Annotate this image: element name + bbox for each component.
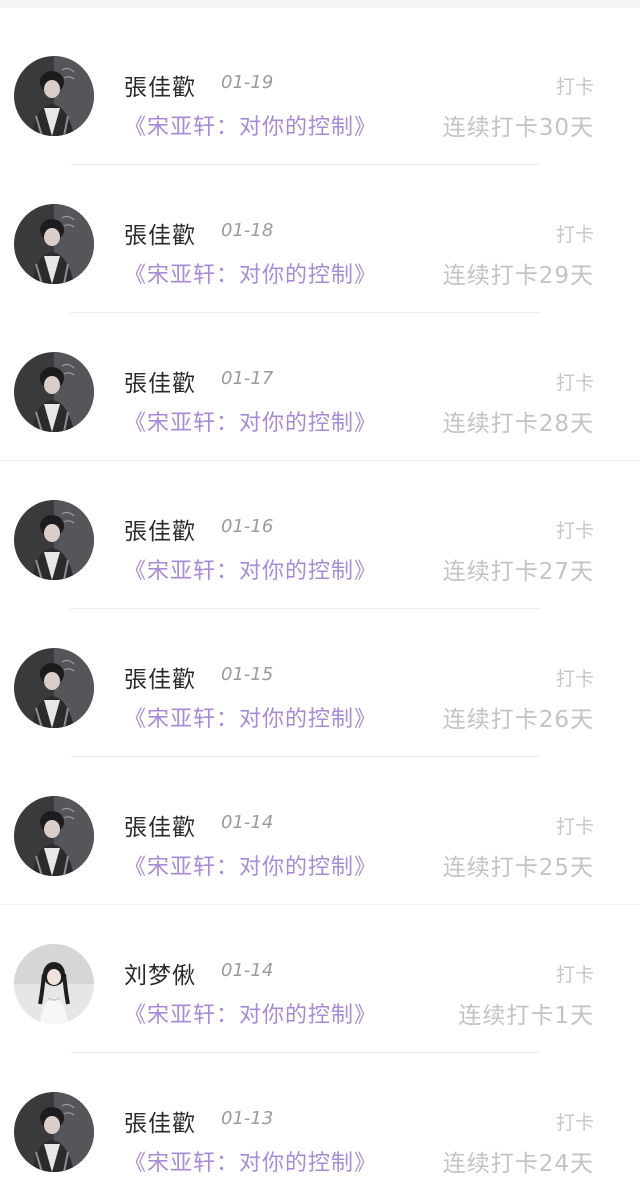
list-item[interactable]: 張佳歡 01-14 打卡 《宋亚轩：对你的控制》 连续打卡25天 <box>0 748 640 905</box>
checkin-date: 01-18 <box>221 220 274 241</box>
book-title-link[interactable]: 《宋亚轩：对你的控制》 <box>124 849 377 881</box>
checkin-date: 01-17 <box>221 368 274 389</box>
checkin-tag: 打卡 <box>555 964 594 986</box>
user-name[interactable]: 張佳歡 <box>124 512 196 546</box>
checkin-tag: 打卡 <box>555 372 594 394</box>
boy-avatar-icon <box>14 648 94 728</box>
user-name[interactable]: 張佳歡 <box>124 364 196 398</box>
avatar[interactable] <box>14 500 94 580</box>
list-item[interactable]: 張佳歡 01-13 打卡 《宋亚轩：对你的控制》 连续打卡24天 <box>0 1044 640 1192</box>
checkin-tag: 打卡 <box>555 224 594 246</box>
book-title-link[interactable]: 《宋亚轩：对你的控制》 <box>124 109 377 141</box>
boy-avatar-icon <box>14 796 94 876</box>
streak-text: 连续打卡26天 <box>442 707 594 733</box>
user-name[interactable]: 張佳歡 <box>124 808 196 842</box>
checkin-date: 01-14 <box>221 812 274 833</box>
book-title-link[interactable]: 《宋亚轩：对你的控制》 <box>124 997 377 1029</box>
avatar[interactable] <box>14 204 94 284</box>
avatar[interactable] <box>14 944 94 1024</box>
boy-avatar-icon <box>14 1092 94 1172</box>
list-item[interactable]: 張佳歡 01-18 打卡 《宋亚轩：对你的控制》 连续打卡29天 <box>0 156 640 313</box>
streak-text: 连续打卡27天 <box>442 559 594 585</box>
user-name[interactable]: 張佳歡 <box>124 68 196 102</box>
avatar[interactable] <box>14 352 94 432</box>
streak-text: 连续打卡28天 <box>442 411 594 437</box>
avatar[interactable] <box>14 56 94 136</box>
boy-avatar-icon <box>14 56 94 136</box>
book-title-link[interactable]: 《宋亚轩：对你的控制》 <box>124 553 377 585</box>
list-item[interactable]: 張佳歡 01-15 打卡 《宋亚轩：对你的控制》 连续打卡26天 <box>0 600 640 757</box>
checkin-tag: 打卡 <box>555 668 594 690</box>
streak-text: 连续打卡24天 <box>442 1151 594 1177</box>
avatar[interactable] <box>14 648 94 728</box>
list-item[interactable]: 刘梦偢 01-14 打卡 《宋亚轩：对你的控制》 连续打卡1天 <box>0 896 640 1053</box>
checkin-tag: 打卡 <box>555 1112 594 1134</box>
book-title-link[interactable]: 《宋亚轩：对你的控制》 <box>124 257 377 289</box>
checkin-date: 01-16 <box>221 516 274 537</box>
user-name[interactable]: 張佳歡 <box>124 216 196 250</box>
avatar[interactable] <box>14 1092 94 1172</box>
list-item[interactable]: 張佳歡 01-17 打卡 《宋亚轩：对你的控制》 连续打卡28天 <box>0 304 640 461</box>
list-item[interactable]: 張佳歡 01-16 打卡 《宋亚轩：对你的控制》 连续打卡27天 <box>0 452 640 609</box>
streak-text: 连续打卡30天 <box>442 115 594 141</box>
checkin-date: 01-19 <box>221 72 274 93</box>
user-name[interactable]: 張佳歡 <box>124 1104 196 1138</box>
top-status-strip <box>0 0 640 8</box>
boy-avatar-icon <box>14 352 94 432</box>
girl-avatar-icon <box>14 944 94 1024</box>
book-title-link[interactable]: 《宋亚轩：对你的控制》 <box>124 701 377 733</box>
streak-text: 连续打卡1天 <box>458 1003 594 1029</box>
streak-text: 连续打卡25天 <box>442 855 594 881</box>
checkin-tag: 打卡 <box>555 520 594 542</box>
boy-avatar-icon <box>14 204 94 284</box>
book-title-link[interactable]: 《宋亚轩：对你的控制》 <box>124 1145 377 1177</box>
list-item[interactable]: 張佳歡 01-19 打卡 《宋亚轩：对你的控制》 连续打卡30天 <box>0 8 640 165</box>
checkin-tag: 打卡 <box>555 76 594 98</box>
checkin-tag: 打卡 <box>555 816 594 838</box>
avatar[interactable] <box>14 796 94 876</box>
book-title-link[interactable]: 《宋亚轩：对你的控制》 <box>124 405 377 437</box>
user-name[interactable]: 刘梦偢 <box>124 956 196 990</box>
checkin-date: 01-15 <box>221 664 274 685</box>
boy-avatar-icon <box>14 500 94 580</box>
checkin-date: 01-13 <box>221 1108 274 1129</box>
streak-text: 连续打卡29天 <box>442 263 594 289</box>
checkin-date: 01-14 <box>221 960 274 981</box>
user-name[interactable]: 張佳歡 <box>124 660 196 694</box>
